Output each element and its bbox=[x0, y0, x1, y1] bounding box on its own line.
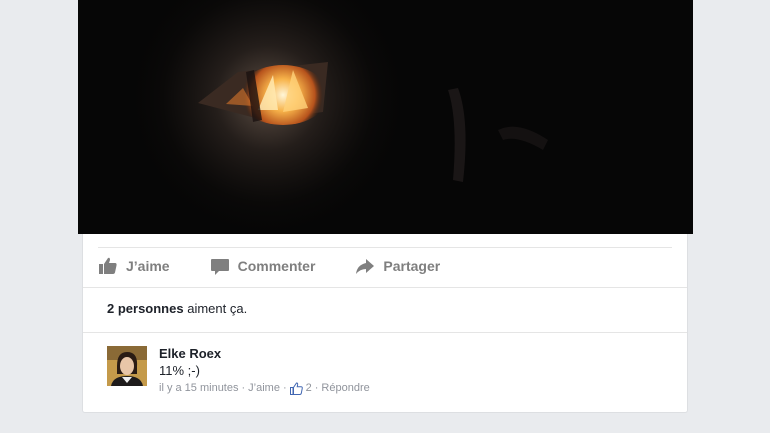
avatar[interactable] bbox=[107, 346, 147, 386]
like-button-label: J’aime bbox=[126, 258, 170, 274]
share-arrow-icon bbox=[355, 256, 375, 276]
comment: Elke Roex 11% ;-) il y a 15 minutes · J’… bbox=[107, 346, 667, 396]
likes-divider bbox=[83, 332, 687, 333]
comment-reply-link[interactable]: Répondre bbox=[321, 380, 369, 396]
comment-timestamp[interactable]: il y a 15 minutes bbox=[159, 380, 238, 396]
meta-separator: · bbox=[282, 382, 287, 394]
comment-body: Elke Roex 11% ;-) il y a 15 minutes · J’… bbox=[159, 346, 370, 396]
comment-text: 11% ;-) bbox=[159, 363, 200, 378]
thumbs-up-outline-icon bbox=[289, 381, 303, 395]
comment-meta: il y a 15 minutes · J’aime · 2 · Répondr… bbox=[159, 380, 370, 396]
action-bar: J’aime Commenter Partager bbox=[98, 253, 480, 279]
comment-like-link[interactable]: J’aime bbox=[248, 380, 280, 396]
comment-like-count[interactable]: 2 bbox=[306, 380, 312, 396]
comment-button[interactable]: Commenter bbox=[210, 256, 316, 276]
campfire-image bbox=[78, 0, 693, 234]
likes-summary-suffix: aiment ça. bbox=[187, 301, 248, 316]
likes-summary: 2 personnes aiment ça. bbox=[107, 301, 247, 316]
share-button-label: Partager bbox=[383, 258, 441, 274]
like-button[interactable]: J’aime bbox=[98, 256, 170, 276]
meta-separator: · bbox=[314, 382, 319, 394]
comment-author[interactable]: Elke Roex bbox=[159, 346, 370, 361]
likes-count-link[interactable]: 2 personnes bbox=[107, 301, 184, 316]
post-video[interactable] bbox=[78, 0, 693, 234]
meta-separator: · bbox=[241, 382, 246, 394]
action-bar-divider bbox=[98, 247, 672, 248]
share-button[interactable]: Partager bbox=[355, 256, 440, 276]
comment-button-label: Commenter bbox=[237, 258, 316, 274]
speech-bubble-icon bbox=[210, 256, 230, 276]
thumbs-up-icon bbox=[98, 256, 118, 276]
actions-divider bbox=[83, 287, 687, 288]
